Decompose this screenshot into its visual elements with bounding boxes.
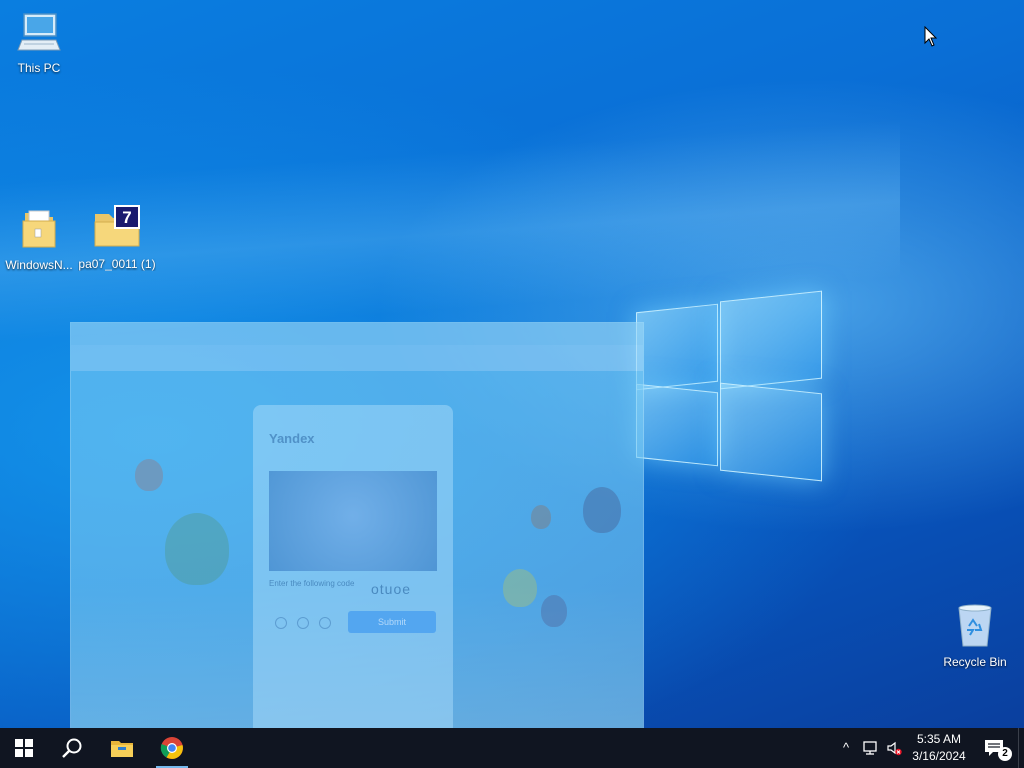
search-icon	[62, 738, 82, 758]
notifications-button[interactable]: 2	[980, 728, 1016, 768]
balloon-image	[531, 505, 551, 529]
windows-start-icon	[15, 739, 33, 757]
clock-time: 5:35 AM	[916, 732, 962, 746]
refresh-icon	[275, 617, 287, 629]
taskbar-chrome[interactable]	[152, 728, 192, 768]
file-explorer-icon	[111, 741, 133, 757]
captcha-card: Yandex Enter the following code otuoe Su…	[253, 405, 453, 728]
desktop-icon-label: WindowsN...	[5, 258, 73, 272]
start-button[interactable]	[0, 728, 48, 768]
clock[interactable]: 5:35 AM 3/16/2024	[906, 731, 972, 765]
desktop-icon-label: Recycle Bin	[943, 655, 1007, 669]
recycle-bin-icon	[958, 604, 992, 647]
volume-muted-icon[interactable]	[886, 740, 902, 756]
desktop-icon-this-pc[interactable]: This PC	[0, 10, 78, 75]
notification-count-badge: 2	[998, 747, 1012, 761]
show-hidden-icons-chevron[interactable]: ^	[838, 740, 854, 756]
desktop: This PC WindowsN... 7 pa07_0011 (1) Recy…	[0, 0, 1024, 728]
chrome-icon	[160, 737, 183, 759]
audio-icon	[297, 617, 309, 629]
balloon-image	[503, 569, 537, 607]
desktop-icon-label: This PC	[17, 61, 61, 75]
desktop-icon-recycle-bin[interactable]: Recycle Bin	[936, 602, 1014, 669]
minimizing-browser-window: Yandex Enter the following code otuoe Su…	[70, 322, 644, 728]
balloon-image	[541, 595, 567, 627]
info-icon	[319, 617, 331, 629]
browser-address-bar	[71, 345, 643, 371]
mouse-cursor-icon	[924, 26, 938, 47]
svg-text:7: 7	[122, 208, 131, 227]
desktop-icon-label: pa07_0011 (1)	[78, 257, 156, 271]
browser-tab-bar	[71, 323, 643, 345]
folder-icon	[22, 210, 56, 248]
network-icon[interactable]	[862, 740, 878, 756]
taskbar-file-explorer[interactable]	[100, 728, 144, 768]
browser-page: Yandex Enter the following code otuoe Su…	[71, 371, 643, 728]
balloon-image	[583, 487, 621, 533]
captcha-image	[269, 471, 437, 571]
desktop-icon-pa07[interactable]: 7 pa07_0011 (1)	[78, 204, 156, 271]
captcha-code: otuoe	[371, 581, 412, 597]
desktop-icon-windowsn-folder[interactable]: WindowsN...	[0, 207, 78, 272]
captcha-submit-button: Submit	[348, 611, 436, 633]
clock-date: 3/16/2024	[912, 749, 966, 763]
balloon-image	[135, 459, 163, 491]
help-file-icon: 7	[94, 205, 140, 247]
taskbar: ^ 5:35 AM 3/16/2024 2	[0, 728, 1024, 768]
show-desktop-button[interactable]	[1018, 728, 1024, 768]
this-pc-icon	[17, 13, 61, 51]
captcha-prompt: Enter the following code	[269, 579, 355, 588]
windows-logo	[636, 290, 822, 482]
captcha-brand: Yandex	[269, 431, 315, 446]
search-button[interactable]	[48, 728, 96, 768]
balloon-image	[165, 513, 229, 585]
